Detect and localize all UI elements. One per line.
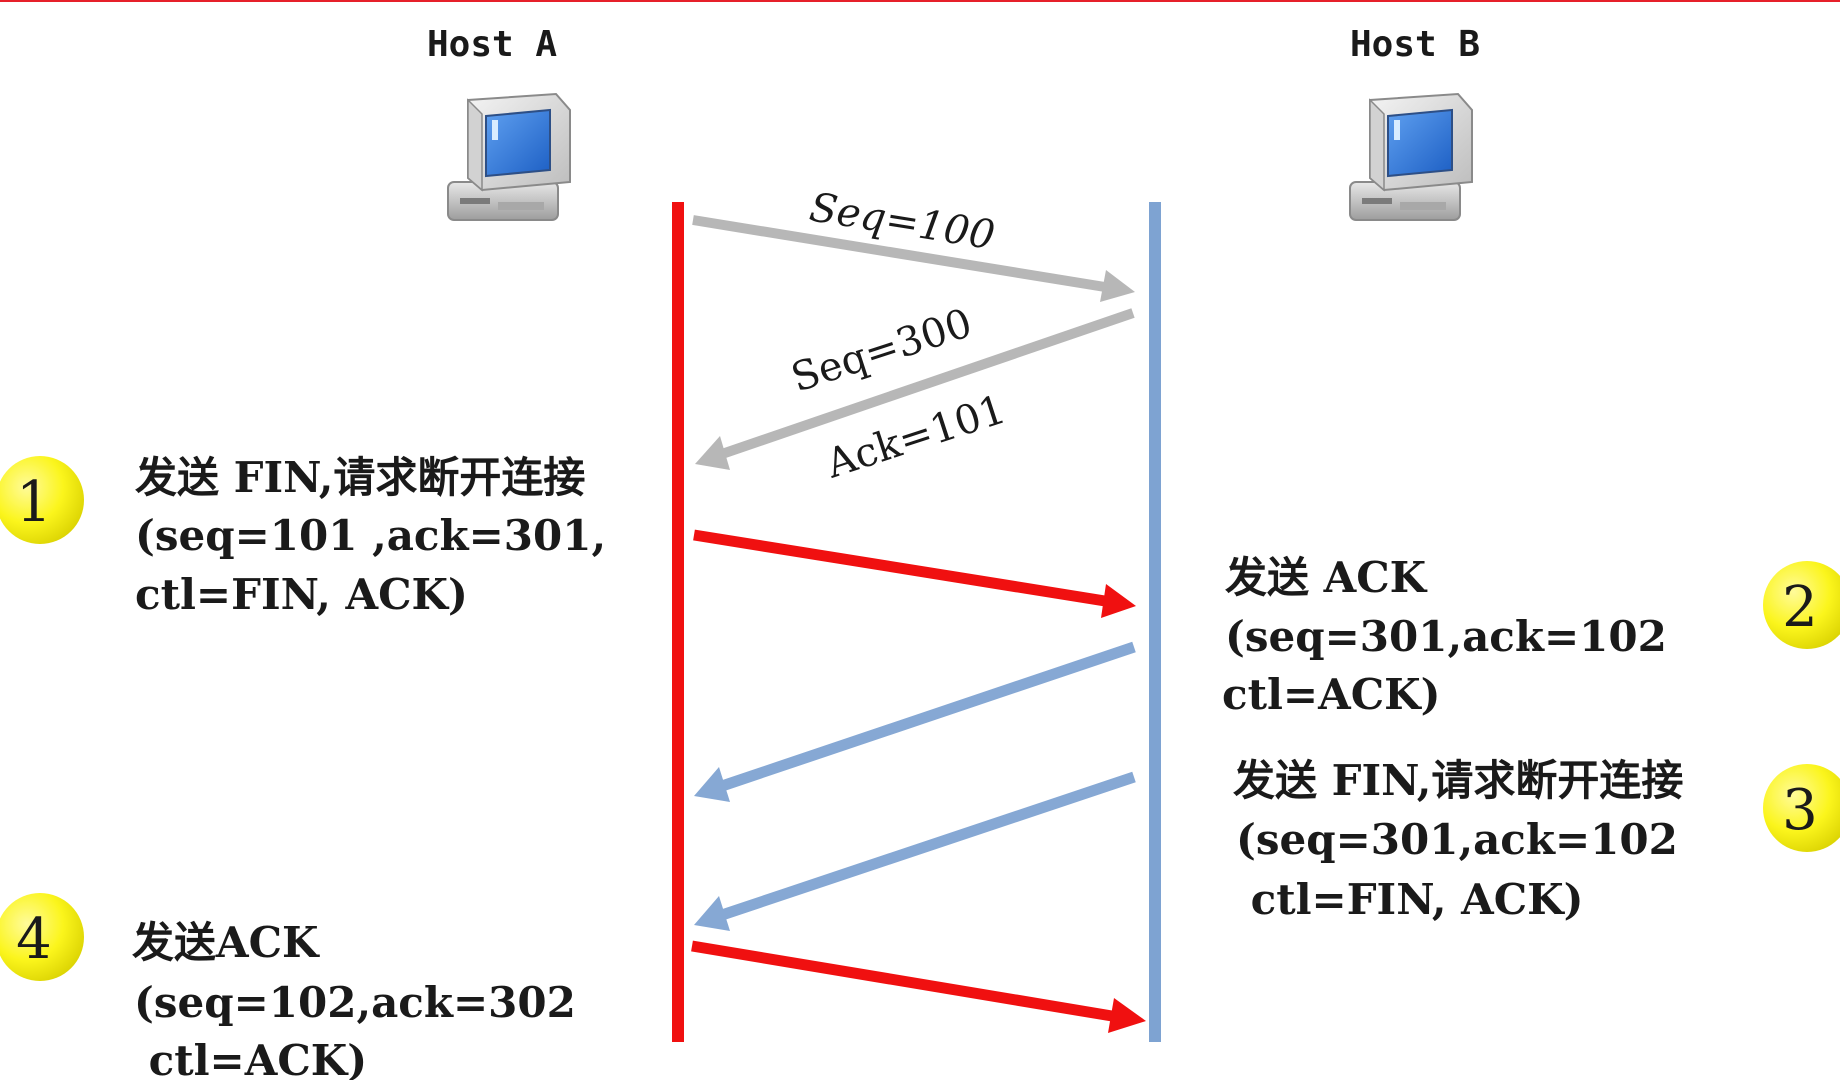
step-4-description: 发送ACK (seq=102,ack=302 ctl=ACK): [132, 918, 576, 1080]
step-2-number: 2: [1782, 575, 1818, 640]
step-2-description: 发送 ACK (seq=301,ack=102 ctl=ACK): [1222, 553, 1667, 719]
ack-arrow-a-to-b: [691, 940, 1146, 1033]
step-3-line-2: (seq=301,ack=102: [1236, 815, 1678, 864]
host-b-label: Host B: [1350, 24, 1480, 65]
host-a-computer-icon: [447, 92, 571, 221]
step-2-line-2: (seq=301,ack=102: [1225, 612, 1667, 661]
fin-arrow-a-to-b: [693, 529, 1136, 618]
step-3-number: 3: [1782, 778, 1818, 843]
step-4-line-2: (seq=102,ack=302: [134, 978, 576, 1027]
step-1-line-1: 发送 FIN,请求断开连接: [135, 453, 585, 502]
step-3-line-3: ctl=FIN, ACK): [1236, 875, 1584, 924]
step-4-number: 4: [16, 907, 52, 972]
step-2-line-1: 发送 ACK: [1225, 553, 1428, 602]
diagram-canvas: Host A Host B Seq=100 Seq=300 Ack=101 1 …: [0, 24, 1840, 1080]
data-arrow-b-to-a-ack-label: Ack=101: [820, 386, 1011, 487]
step-3-line-1: 发送 FIN,请求断开连接: [1233, 756, 1683, 805]
host-b-computer-icon: [1349, 92, 1473, 221]
data-arrow-b-to-a-seq-label: Seq=300: [786, 300, 978, 401]
tcp-four-way-handshake-diagram: Host A Host B Seq=100 Seq=300 Ack=101 1 …: [0, 0, 1840, 1080]
step-3-badge: 3: [1763, 764, 1840, 852]
step-4-line-1: 发送ACK: [132, 918, 320, 967]
step-1-line-2: (seq=101 ,ack=301,: [135, 511, 606, 560]
step-2-badge: 2: [1763, 561, 1840, 649]
step-4-line-3: ctl=ACK): [134, 1036, 367, 1080]
step-1-line-3: ctl=FIN, ACK): [135, 570, 468, 619]
host-a-label: Host A: [427, 24, 557, 65]
step-2-line-3: ctl=ACK): [1222, 670, 1441, 719]
fin-arrow-b-to-a: [694, 771, 1136, 931]
step-1-badge: 1: [0, 456, 84, 544]
step-3-description: 发送 FIN,请求断开连接 (seq=301,ack=102 ctl=FIN, …: [1233, 756, 1683, 924]
step-4-badge: 4: [0, 893, 84, 981]
step-1-number: 1: [16, 470, 52, 535]
step-1-description: 发送 FIN,请求断开连接 (seq=101 ,ack=301, ctl=FIN…: [135, 453, 606, 619]
ack-arrow-b-to-a: [694, 641, 1136, 802]
